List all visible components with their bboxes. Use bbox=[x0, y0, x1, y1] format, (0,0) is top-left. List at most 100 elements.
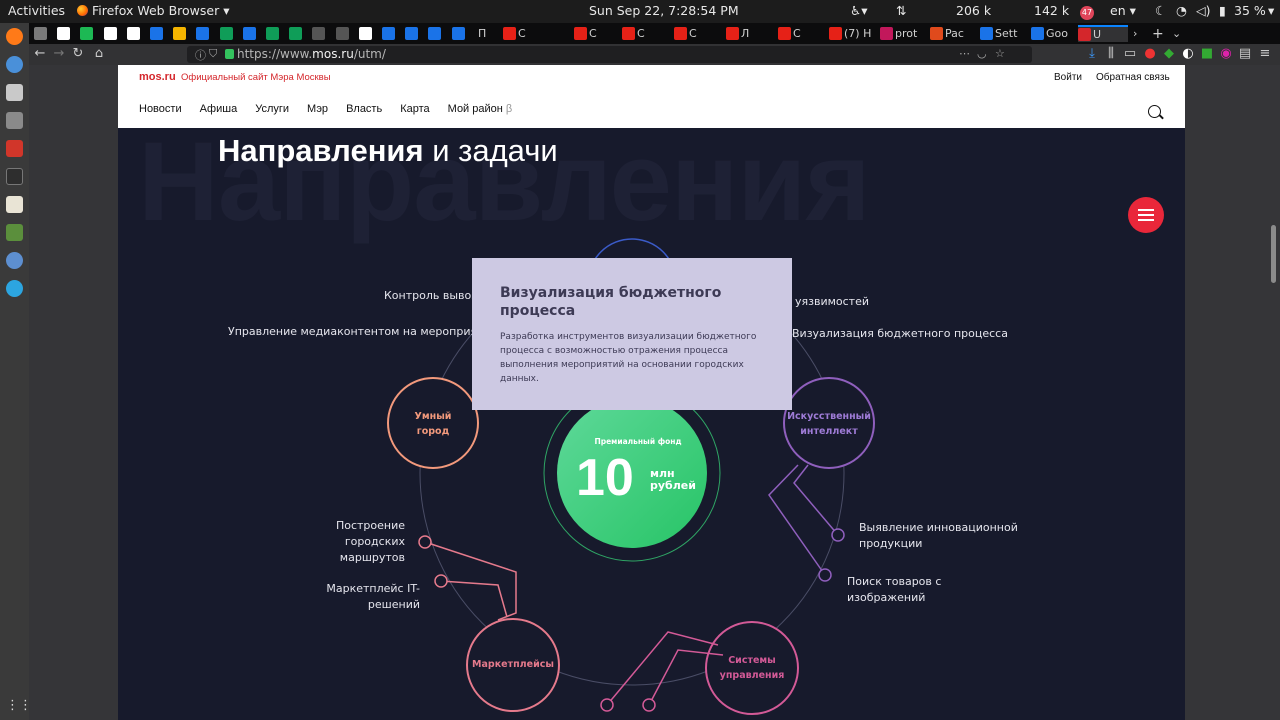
tab[interactable]: Pac bbox=[930, 25, 975, 42]
label-city-routes[interactable]: Построение городских маршрутов bbox=[326, 518, 405, 566]
tab-label: Л bbox=[741, 27, 750, 40]
label-vulnerabilities[interactable]: уязвимостей bbox=[795, 294, 869, 310]
extension-icon[interactable]: ● bbox=[1142, 46, 1158, 62]
pinned-tab-icon[interactable] bbox=[266, 27, 279, 40]
extension-icon[interactable]: ◐ bbox=[1180, 46, 1196, 62]
lock-icon[interactable] bbox=[225, 49, 234, 59]
dc-dock-icon[interactable] bbox=[6, 140, 23, 157]
system-menu-chevron-icon[interactable]: ▾ bbox=[1268, 3, 1274, 18]
pinned-tab-icon[interactable] bbox=[312, 27, 326, 40]
node-label-line: управления bbox=[719, 670, 785, 681]
url-prefix: https://www. bbox=[237, 47, 313, 61]
sidebar-icon[interactable]: ▭ bbox=[1122, 46, 1138, 62]
label-budget-visualization[interactable]: Визуализация бюджетного процесса bbox=[792, 326, 1008, 342]
pinned-tab-icon[interactable] bbox=[428, 27, 442, 40]
reload-icon[interactable]: ↻ bbox=[70, 46, 86, 62]
show-apps-icon[interactable]: ⋮⋮ bbox=[6, 698, 32, 715]
pinned-tab-icon[interactable] bbox=[150, 27, 163, 40]
extension-icon[interactable]: ■ bbox=[1199, 46, 1215, 62]
site-icon bbox=[980, 27, 993, 40]
pinned-tab-icon[interactable] bbox=[57, 27, 71, 40]
pinned-tab-icon[interactable] bbox=[382, 27, 395, 40]
app-dock-icon[interactable] bbox=[6, 224, 23, 241]
node-label-line: Умный bbox=[414, 411, 452, 422]
files-dock-icon[interactable] bbox=[6, 84, 23, 101]
bookmark-star-icon[interactable]: ☆ bbox=[995, 47, 1005, 60]
hamburger-menu-icon[interactable]: ≡ bbox=[1257, 46, 1273, 62]
tab[interactable]: П bbox=[478, 25, 486, 42]
youtube-icon bbox=[726, 27, 739, 40]
sub-node[interactable] bbox=[418, 535, 432, 549]
new-tab-icon[interactable]: + bbox=[1152, 25, 1164, 42]
language-indicator[interactable]: en ▾ bbox=[1110, 3, 1136, 18]
accessibility-icon[interactable]: ♿▾ bbox=[850, 3, 867, 18]
forward-icon[interactable]: → bbox=[51, 46, 67, 62]
page-actions-icon[interactable]: ⋯ bbox=[959, 47, 970, 60]
tabs-scroll-right-icon[interactable]: › bbox=[1133, 25, 1137, 42]
extension-icon[interactable]: ◆ bbox=[1161, 46, 1177, 62]
pinned-tab-icon[interactable] bbox=[358, 27, 372, 40]
tab[interactable]: (7) H bbox=[829, 25, 887, 42]
pinned-tab-icon[interactable] bbox=[103, 27, 117, 40]
pinned-tab-icon[interactable] bbox=[126, 27, 140, 40]
calculator-dock-icon[interactable] bbox=[6, 112, 23, 129]
sub-node[interactable] bbox=[642, 698, 656, 712]
pinned-tab-icon[interactable] bbox=[242, 27, 256, 40]
tab[interactable]: Sett bbox=[980, 25, 1025, 42]
sub-node[interactable] bbox=[434, 574, 448, 588]
app-menu[interactable]: Firefox Web Browser ▾ bbox=[77, 3, 230, 18]
pinned-tab-icon[interactable] bbox=[80, 27, 94, 40]
extension-icon[interactable]: ▤ bbox=[1237, 46, 1253, 62]
connector-line bbox=[606, 631, 719, 706]
sub-node[interactable] bbox=[600, 698, 614, 712]
tab[interactable]: C bbox=[674, 25, 719, 42]
terminal-dock-icon[interactable] bbox=[6, 168, 23, 185]
notifications-icon[interactable]: 47 bbox=[1080, 3, 1094, 20]
extension-icon[interactable]: ◉ bbox=[1218, 46, 1234, 62]
label-waste-control[interactable]: Контроль вывоза bbox=[384, 288, 484, 304]
pinned-tab-icon[interactable] bbox=[34, 27, 47, 40]
tab[interactable]: C bbox=[622, 25, 667, 42]
label-media-content[interactable]: Управление медиаконтентом на мероприятия… bbox=[228, 324, 504, 340]
downloads-icon[interactable]: ⤓ bbox=[1084, 46, 1100, 62]
pinned-tab-icon[interactable] bbox=[196, 27, 210, 40]
tab[interactable]: Л bbox=[726, 25, 771, 42]
label-line: маршрутов bbox=[339, 551, 405, 564]
back-icon[interactable]: ← bbox=[32, 46, 48, 62]
url-text[interactable]: https://www.mos.ru/utm/ bbox=[237, 47, 386, 61]
clock[interactable]: Sun Sep 22, 7:28:54 PM bbox=[589, 3, 739, 18]
pinned-tab-icon[interactable] bbox=[173, 27, 187, 40]
sub-node[interactable] bbox=[831, 528, 845, 542]
page-scrollbar[interactable] bbox=[1271, 225, 1276, 283]
tab[interactable]: C bbox=[503, 25, 548, 42]
pinned-tab-icon[interactable] bbox=[335, 27, 349, 40]
tab-active[interactable]: U bbox=[1078, 25, 1128, 42]
label-it-marketplace[interactable]: Маркетплейс IT-решений bbox=[313, 581, 420, 613]
tab[interactable]: C bbox=[574, 25, 619, 42]
sub-node[interactable] bbox=[818, 568, 832, 582]
label-image-goods-search[interactable]: Поиск товаров с изображений bbox=[847, 574, 941, 606]
settings-dock-icon[interactable] bbox=[6, 252, 23, 269]
pinned-tab-icon[interactable] bbox=[289, 27, 303, 40]
pocket-icon[interactable]: ◡ bbox=[977, 47, 987, 60]
library-icon[interactable]: ⫼ bbox=[1103, 46, 1119, 62]
info-icon[interactable]: ⓘ bbox=[195, 47, 206, 63]
chromium-dock-icon[interactable] bbox=[6, 56, 23, 73]
activities-button[interactable]: Activities bbox=[8, 3, 65, 18]
network-transfer-icon[interactable]: ⇅ bbox=[896, 3, 906, 18]
tab-list-chevron-icon[interactable]: ⌄ bbox=[1172, 25, 1181, 42]
telegram-dock-icon[interactable] bbox=[6, 280, 23, 297]
pinned-tab-icon[interactable] bbox=[451, 27, 465, 40]
text-editor-dock-icon[interactable] bbox=[6, 196, 23, 213]
tab[interactable]: Goo bbox=[1031, 25, 1076, 42]
tab-label: C bbox=[637, 27, 645, 40]
tracking-shield-icon[interactable]: ⛉ bbox=[209, 47, 217, 61]
firefox-dock-icon[interactable] bbox=[6, 28, 23, 45]
home-icon[interactable]: ⌂ bbox=[91, 46, 107, 62]
tab[interactable]: prot bbox=[880, 25, 925, 42]
url-bar[interactable]: ⓘ ⛉ https://www.mos.ru/utm/ ⋯ ◡ ☆ bbox=[187, 46, 1032, 63]
pinned-tab-icon[interactable] bbox=[219, 27, 233, 40]
pinned-tab-icon[interactable] bbox=[405, 27, 419, 40]
label-innovation-detection[interactable]: Выявление инновационной продукции bbox=[859, 520, 1018, 552]
tab[interactable]: C bbox=[778, 25, 823, 42]
